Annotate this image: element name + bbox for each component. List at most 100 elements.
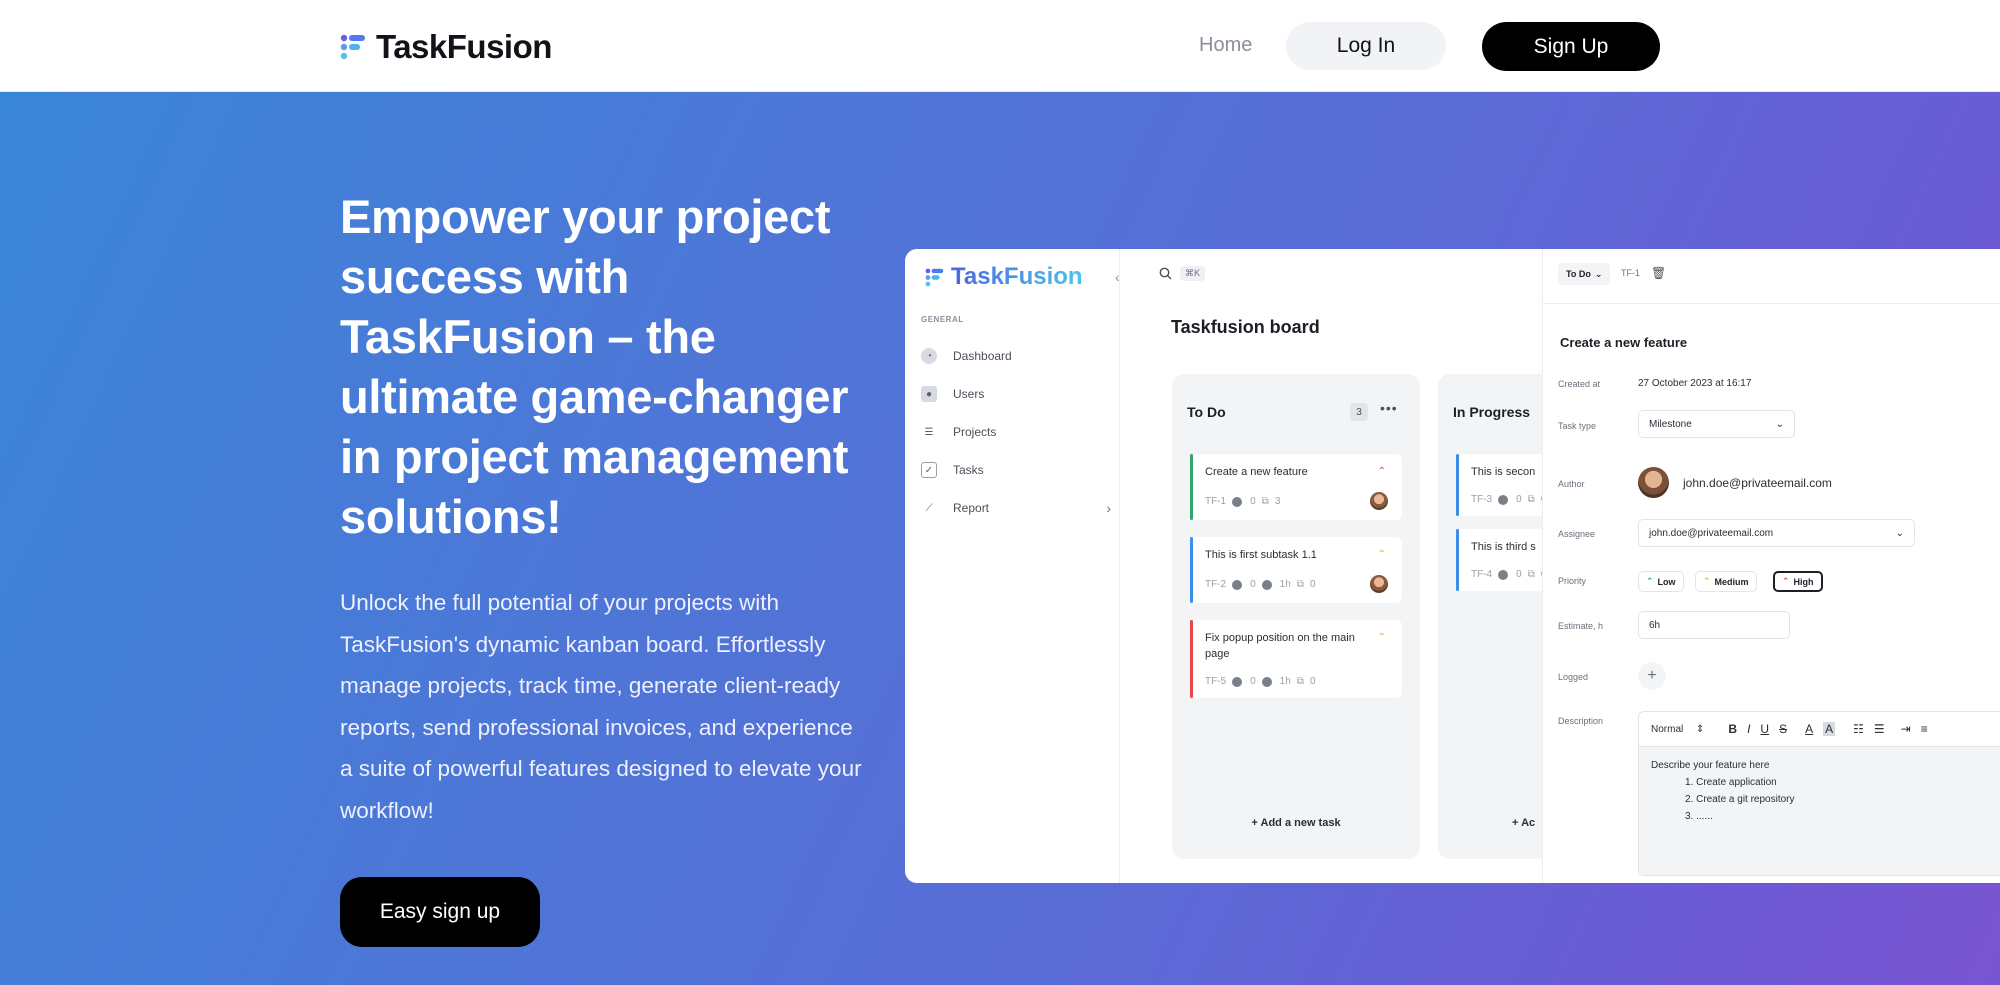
projects-icon: ☰: [924, 426, 934, 438]
report-icon: ⟋: [925, 502, 933, 514]
logged-label: Logged: [1558, 672, 1589, 682]
task-card[interactable]: Fix popup position on the main page ⌃ TF…: [1190, 620, 1402, 698]
priority-medium-button[interactable]: ⌃ Medium: [1695, 571, 1757, 592]
priority-low-button[interactable]: ⌃ Low: [1638, 571, 1684, 592]
brand-logo[interactable]: TaskFusion: [340, 28, 552, 66]
task-card[interactable]: Create a new feature ⌃ TF-1 0 ⧉ 3: [1190, 454, 1402, 520]
time-logged: 1h: [1279, 676, 1291, 687]
priority-high-icon: ⌃: [1782, 576, 1790, 586]
task-type-value: Milestone: [1649, 418, 1692, 430]
preview-sidebar: TaskFusion ‹ GENERAL ◔ Dashboard ● Users…: [905, 249, 1120, 883]
list-item-text: ......: [1696, 811, 1713, 822]
description-list: 1. Create application 2. Create a git re…: [1651, 774, 2000, 825]
users-icon: ●: [921, 386, 937, 402]
priority-option-label: Low: [1657, 576, 1676, 587]
add-logged-time-button[interactable]: +: [1638, 662, 1666, 690]
text-style-value: Normal: [1651, 723, 1684, 735]
highlight-icon[interactable]: A: [1823, 722, 1836, 736]
card-meta: TF-2 0 1h ⧉ 0: [1205, 579, 1316, 590]
plus-icon: +: [1251, 817, 1261, 829]
comment-icon: [1232, 496, 1243, 507]
card-title: Create a new feature: [1205, 466, 1308, 478]
nav-home-link[interactable]: Home: [1199, 34, 1252, 57]
chevron-down-icon: ⌄: [1594, 268, 1603, 279]
more-options-icon[interactable]: •••: [1380, 400, 1398, 416]
dashboard-icon: ◔: [921, 348, 937, 364]
taskfusion-logo-icon: [340, 34, 365, 60]
list-item: 2. Create a git repository: [1685, 794, 1795, 805]
signup-button[interactable]: Sign Up: [1482, 22, 1660, 71]
easy-signup-button[interactable]: Easy sign up: [340, 877, 540, 947]
subtask-count: 0: [1309, 579, 1316, 590]
author-avatar: [1638, 467, 1669, 498]
editor-content[interactable]: Describe your feature here 1. Create app…: [1639, 747, 2000, 875]
text-style-select[interactable]: Normal ⇕: [1651, 724, 1704, 735]
subtask-icon: ⧉: [1527, 494, 1535, 505]
card-accent-bar: [1190, 454, 1193, 520]
font-color-icon[interactable]: A: [1805, 722, 1813, 736]
priority-high-button[interactable]: ⌃ High: [1773, 571, 1823, 592]
task-type-label: Task type: [1558, 421, 1597, 431]
bullet-list-icon[interactable]: ☰: [1874, 722, 1885, 736]
preview-logo: TaskFusion: [925, 263, 1083, 291]
subtask-count: 3: [1274, 496, 1281, 507]
card-accent-bar: [1456, 529, 1459, 591]
preview-search[interactable]: ⌘K: [1159, 266, 1206, 281]
sidebar-item-users[interactable]: ● Users: [921, 375, 1111, 413]
task-id: TF-1: [1621, 268, 1640, 278]
ordered-list-icon[interactable]: ☷: [1853, 722, 1864, 736]
priority-low-icon: ⌃: [1646, 576, 1654, 586]
top-navbar: TaskFusion Home Log In Sign Up: [0, 0, 2000, 92]
sidebar-item-projects[interactable]: ☰ Projects: [921, 413, 1111, 451]
comment-count: 0: [1516, 569, 1522, 580]
card-meta: TF-3 0 ⧉0: [1471, 494, 1546, 505]
sidebar-item-dashboard[interactable]: ◔ Dashboard: [921, 337, 1111, 375]
assignee-select[interactable]: john.doe@privateemail.com ⌄: [1638, 519, 1915, 547]
comment-count: 0: [1250, 676, 1256, 687]
add-task-button[interactable]: + Add a new task: [1172, 817, 1420, 829]
align-left-icon[interactable]: ≡: [1921, 722, 1928, 736]
plus-icon: +: [1512, 817, 1522, 829]
comment-count: 0: [1250, 496, 1256, 507]
indent-icon[interactable]: ⇥: [1901, 722, 1911, 736]
subtask-icon: ⧉: [1527, 569, 1535, 580]
description-editor[interactable]: Normal ⇕ B I U S A A ☷ ☰ ⇥ ≡ Describe yo…: [1638, 711, 2000, 876]
updown-icon: ⇕: [1696, 723, 1705, 735]
card-meta: TF-5 0 1h ⧉ 0: [1205, 676, 1316, 687]
detail-title: Create a new feature: [1560, 335, 1688, 350]
priority-label: Priority: [1558, 576, 1587, 586]
italic-icon[interactable]: I: [1747, 722, 1750, 736]
comment-count: 0: [1516, 494, 1522, 505]
description-label: Description: [1558, 716, 1604, 726]
app-preview-screenshot: TaskFusion ‹ GENERAL ◔ Dashboard ● Users…: [905, 249, 2000, 883]
card-accent-bar: [1190, 620, 1193, 698]
priority-option-label: Medium: [1714, 576, 1749, 587]
trash-icon[interactable]: 🗑: [1651, 266, 1666, 280]
bold-icon[interactable]: B: [1728, 722, 1737, 736]
login-button[interactable]: Log In: [1286, 22, 1446, 70]
task-type-select[interactable]: Milestone ⌄: [1638, 410, 1795, 438]
card-id: TF-1: [1205, 496, 1227, 507]
estimate-input[interactable]: 6h: [1638, 611, 1790, 639]
preview-logo-name: TaskFusion: [951, 263, 1083, 290]
avatar: [1370, 492, 1388, 510]
collapse-sidebar-icon[interactable]: ‹: [1115, 269, 1120, 285]
comment-count: 0: [1250, 579, 1256, 590]
task-card[interactable]: This is first subtask 1.1 ⌃ TF-2 0 1h ⧉ 0: [1190, 537, 1402, 603]
chevron-down-icon: ⌄: [1895, 527, 1904, 539]
sidebar-item-tasks[interactable]: ✓ Tasks: [921, 451, 1111, 489]
subtask-icon: ⧉: [1296, 676, 1304, 687]
sidebar-item-report[interactable]: ⟋ Report ›: [921, 489, 1112, 527]
status-dropdown[interactable]: To Do ⌄: [1558, 263, 1611, 285]
sidebar-item-label: Tasks: [953, 463, 984, 477]
author-value: john.doe@privateemail.com: [1683, 476, 1832, 490]
strikethrough-icon[interactable]: S: [1779, 722, 1787, 736]
sidebar-menu: ◔ Dashboard ● Users ☰ Projects ✓ Tasks ⟋: [921, 337, 1111, 527]
list-item: 3. ......: [1685, 811, 1713, 822]
clock-icon: [1261, 676, 1272, 687]
card-title: Fix popup position on the main page: [1205, 632, 1355, 660]
sidebar-section-label: GENERAL: [921, 315, 964, 324]
detail-header: To Do ⌄ TF-1 🗑: [1543, 249, 2000, 304]
underline-icon[interactable]: U: [1760, 722, 1769, 736]
created-label: Created at: [1558, 379, 1601, 389]
